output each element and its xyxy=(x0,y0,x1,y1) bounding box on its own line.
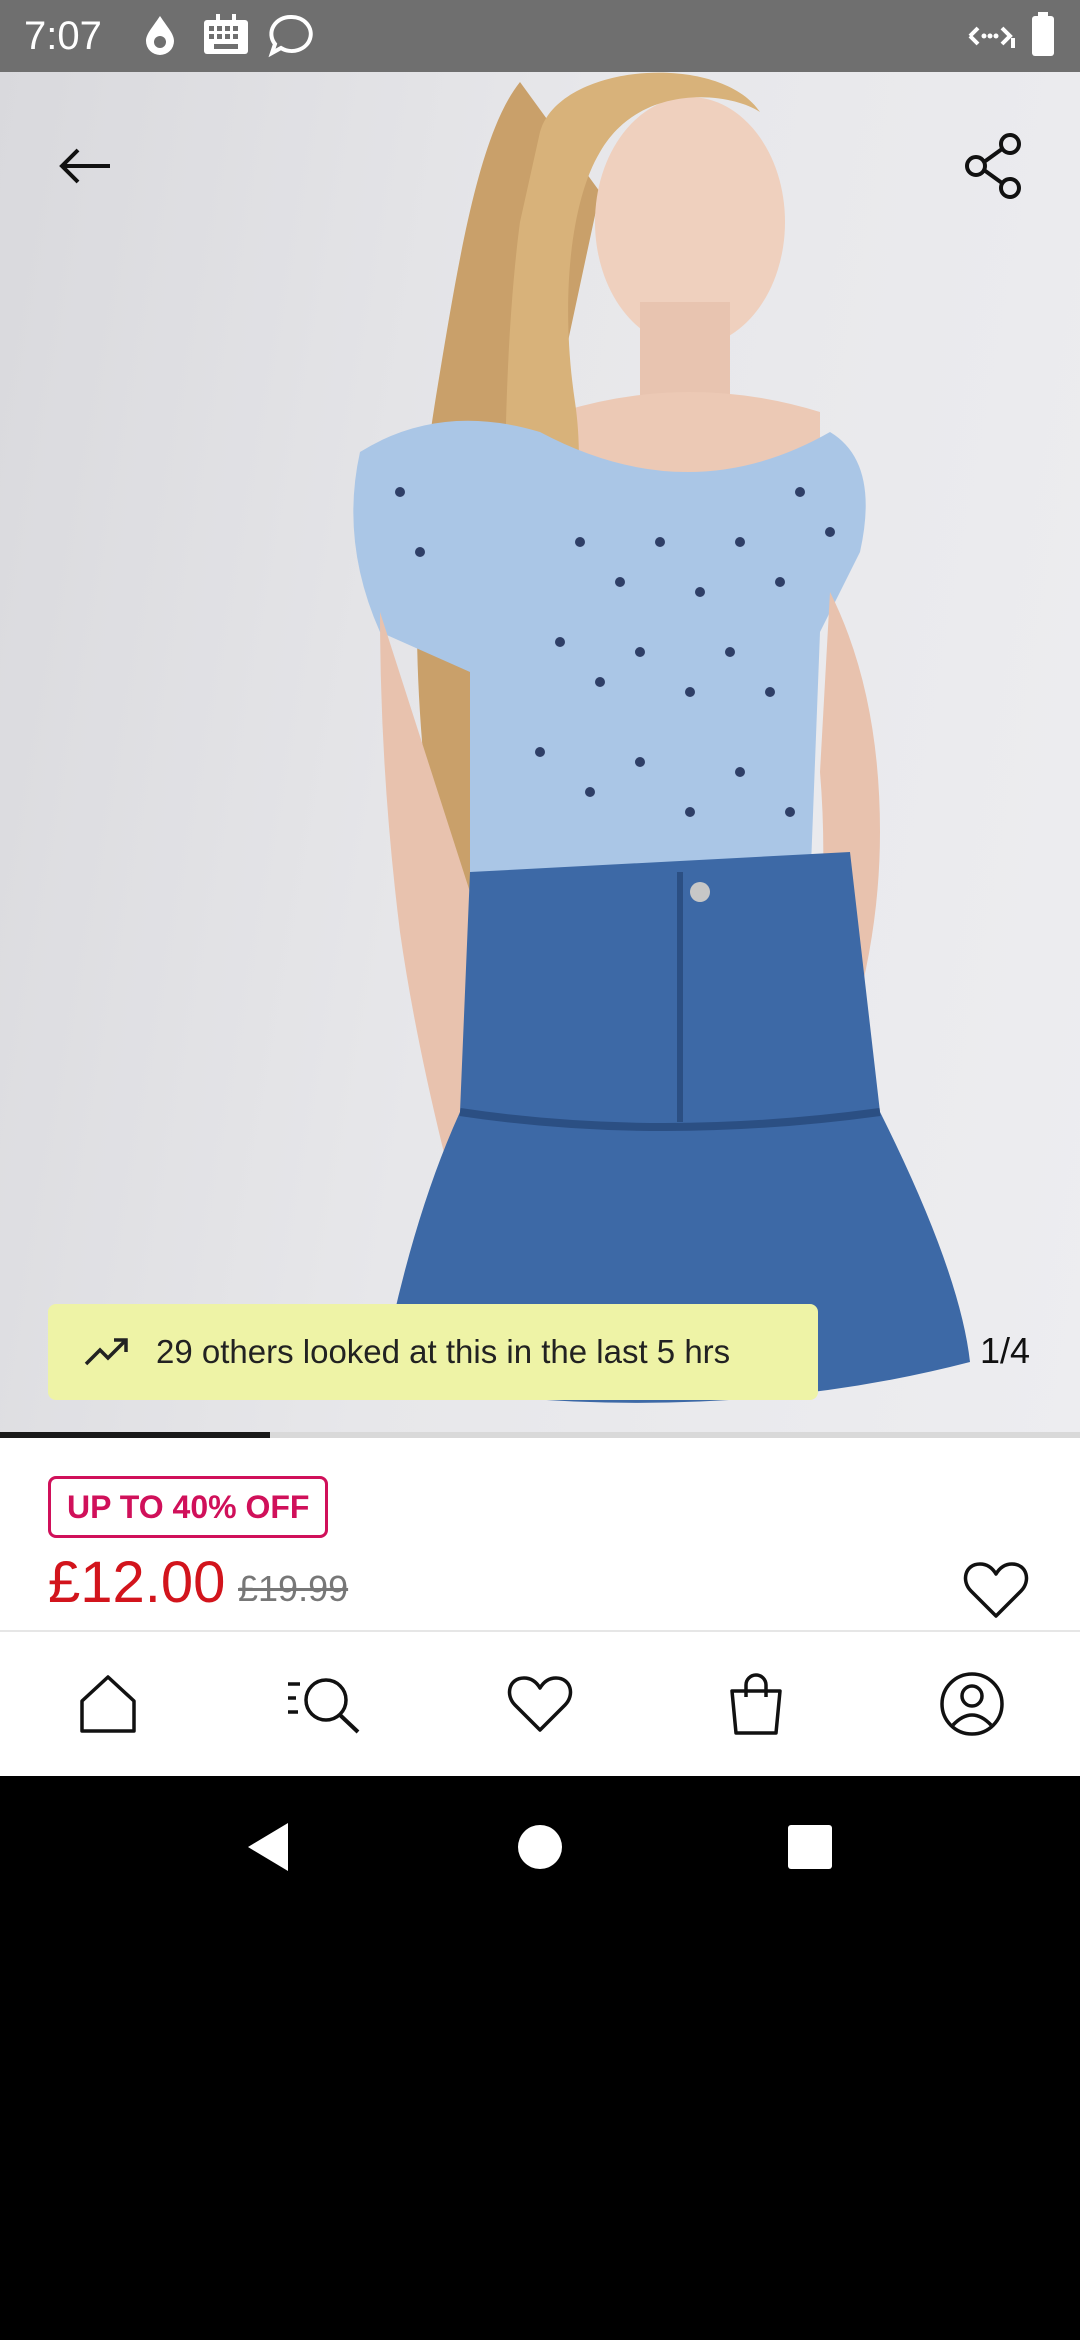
nav-home[interactable] xyxy=(0,1632,216,1776)
recents-icon xyxy=(788,1825,832,1869)
discount-badge: UP TO 40% OFF xyxy=(48,1476,329,1538)
product-details: UP TO 40% OFF £12.00 £19.99 xyxy=(0,1438,1080,1630)
wishlist-icon xyxy=(507,1676,573,1732)
chat-bubble-icon xyxy=(268,14,314,63)
trending-up-icon xyxy=(84,1338,128,1366)
nav-account[interactable] xyxy=(864,1632,1080,1776)
heart-icon xyxy=(963,1562,1029,1618)
account-icon xyxy=(940,1672,1004,1736)
add-to-wishlist-button[interactable] xyxy=(956,1550,1036,1630)
keyboard-icon xyxy=(202,14,250,63)
product-photo xyxy=(353,72,970,1403)
arrow-left-icon xyxy=(59,148,110,184)
product-image-carousel[interactable]: 29 others looked at this in the last 5 h… xyxy=(0,72,1080,1434)
search-icon xyxy=(288,1678,360,1734)
system-recents-button[interactable] xyxy=(750,1776,870,1918)
home-icon xyxy=(80,1675,136,1733)
nav-bag[interactable] xyxy=(648,1632,864,1776)
status-time: 7:07 xyxy=(24,14,102,58)
wifi-icon xyxy=(962,18,1016,59)
trend-text: 29 others looked at this in the last 5 h… xyxy=(156,1333,731,1370)
nav-wishlist[interactable] xyxy=(432,1632,648,1776)
back-button[interactable] xyxy=(36,118,132,214)
share-icon xyxy=(965,133,1021,199)
system-nav-bar xyxy=(0,1776,1080,1918)
system-back-button[interactable] xyxy=(208,1776,328,1918)
back-icon xyxy=(248,1823,288,1871)
share-button[interactable] xyxy=(946,118,1042,214)
nav-search[interactable] xyxy=(216,1632,432,1776)
bottom-nav xyxy=(0,1630,1080,1776)
sale-price: £12.00 xyxy=(48,1550,226,1615)
drop-icon xyxy=(142,14,178,61)
home-circle-icon xyxy=(518,1825,562,1869)
status-bar: 7:07 xyxy=(0,0,1080,72)
original-price: £19.99 xyxy=(238,1568,349,1609)
system-home-button[interactable] xyxy=(480,1776,600,1918)
battery-icon xyxy=(1030,12,1056,63)
trend-banner: 29 others looked at this in the last 5 h… xyxy=(48,1304,818,1400)
image-page-indicator: 1/4 xyxy=(979,1330,1030,1371)
bag-icon xyxy=(730,1673,782,1735)
screen: 7:07 29 others looked at this in the las… xyxy=(0,0,1080,2340)
